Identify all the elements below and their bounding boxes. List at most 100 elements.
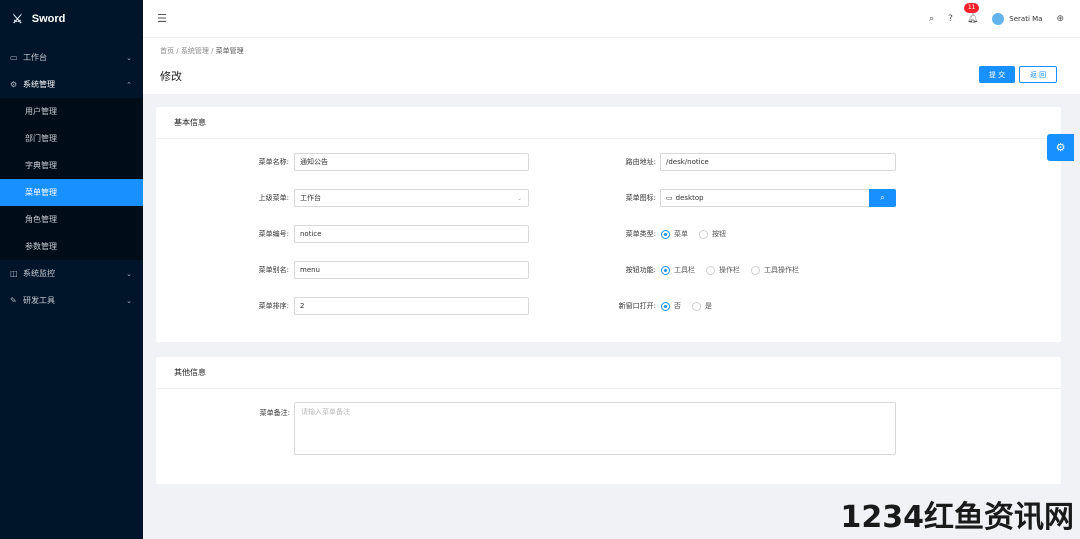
menu-fold-icon[interactable]: ☰ <box>157 12 167 25</box>
route-row: 路由地址: /desk/notice <box>556 153 896 171</box>
radio-label: 否 <box>674 302 681 310</box>
sidebar-item-departments[interactable]: 部门管理 <box>0 125 143 152</box>
select-value: 工作台 <box>300 194 321 202</box>
radio-label: 工具操作栏 <box>764 266 799 274</box>
back-button[interactable]: 返 回 <box>1019 66 1057 83</box>
new-window-radio-group: 否 是 <box>661 301 723 311</box>
watermark: 1234红鱼资讯网 <box>840 500 1075 535</box>
bell-icon[interactable]: 🔔︎ 11 <box>963 2 980 24</box>
field-label: 菜单排序: <box>258 302 289 310</box>
sidebar-item-label: 用户管理 <box>25 107 57 116</box>
notification-badge: 11 <box>963 2 980 13</box>
menu-alias-input[interactable]: menu <box>294 261 529 279</box>
monitor-icon: ▭ <box>10 53 18 62</box>
app-logo[interactable]: ⚔ Sword <box>0 0 143 37</box>
sidebar-item-label: 系统管理 <box>23 80 55 89</box>
menu-order-input[interactable]: 2 <box>294 297 529 315</box>
parent-menu-row: 上级菜单: 工作台 ⌄ <box>156 189 529 207</box>
route-input[interactable]: /desk/notice <box>660 153 896 171</box>
radio-dot <box>661 229 670 239</box>
radio-menu[interactable]: 菜单 <box>661 229 688 239</box>
monitor-icon: ▭ <box>666 194 673 202</box>
radio-no[interactable]: 否 <box>661 301 681 311</box>
new-window-row: 新窗口打开: 否 是 <box>556 297 723 315</box>
radio-dot <box>692 301 701 311</box>
radio-label: 按钮 <box>712 230 726 238</box>
radio-label: 是 <box>705 302 712 310</box>
icon-value: desktop <box>675 194 704 202</box>
radio-dot <box>751 265 760 275</box>
menu-icon-row: 菜单图标: ▭ desktop ⌕ <box>556 189 896 207</box>
button-func-row: 按钮功能: 工具栏 操作栏 工具操作栏 <box>556 261 810 279</box>
app-name: Sword <box>31 12 66 25</box>
radio-dot <box>661 301 670 311</box>
chart-icon: ◫ <box>10 269 18 278</box>
menu-code-input[interactable]: notice <box>294 225 529 243</box>
menu-name-input[interactable]: 通知公告 <box>294 153 529 171</box>
radio-toolbar[interactable]: 工具栏 <box>661 265 695 275</box>
radio-label: 菜单 <box>674 230 688 238</box>
search-icon: ⌕ <box>880 193 885 202</box>
breadcrumb: 首页 / 系统管理 / 菜单管理 <box>160 46 244 56</box>
sidebar-item-label: 字典管理 <box>25 161 57 170</box>
search-icon[interactable]: ⌕ <box>929 14 934 24</box>
breadcrumb-home[interactable]: 首页 <box>160 47 174 55</box>
parent-menu-select[interactable]: 工作台 ⌄ <box>294 189 529 207</box>
field-label: 按钮功能: <box>625 266 656 274</box>
sidebar-submenu: 用户管理 部门管理 字典管理 菜单管理 角色管理 参数管理 <box>0 98 143 260</box>
radio-button[interactable]: 按钮 <box>699 229 726 239</box>
radio-dot <box>661 265 670 275</box>
menu-remark-textarea[interactable]: 请输入菜单备注 <box>294 402 896 455</box>
page-header: 首页 / 系统管理 / 菜单管理 修改 提 交 返 回 <box>143 37 1080 94</box>
help-icon[interactable]: ? <box>948 14 953 24</box>
section-title: 其他信息 <box>156 357 1061 389</box>
top-actions: ⌕ ? 🔔︎ 11 Serati Ma ⊕ <box>929 0 1064 37</box>
field-label: 菜单图标: <box>625 194 656 202</box>
field-label: 菜单编号: <box>258 230 289 238</box>
radio-label: 工具栏 <box>674 266 695 274</box>
settings-float-button[interactable]: ⚙ <box>1047 134 1074 161</box>
gear-icon: ⚙ <box>10 80 18 89</box>
sidebar-item-label: 系统监控 <box>23 269 55 278</box>
sidebar-item-devtools[interactable]: ✎ 研发工具 ⌄ <box>0 287 143 314</box>
menu-icon-input[interactable]: ▭ desktop ⌕ <box>660 189 896 207</box>
breadcrumb-system[interactable]: 系统管理 <box>181 47 209 55</box>
chevron-down-icon: ⌄ <box>516 194 522 202</box>
radio-tool-actionbar[interactable]: 工具操作栏 <box>751 265 799 275</box>
button-func-radio-group: 工具栏 操作栏 工具操作栏 <box>661 265 810 275</box>
field-label: 菜单类型: <box>625 230 656 238</box>
radio-yes[interactable]: 是 <box>692 301 712 311</box>
menu-order-row: 菜单排序: 2 <box>156 297 529 315</box>
field-label: 路由地址: <box>625 158 656 166</box>
section-title: 基本信息 <box>156 107 1061 139</box>
top-bar: ☰ ⌕ ? 🔔︎ 11 Serati Ma ⊕ <box>143 0 1080 37</box>
field-label: 菜单别名: <box>258 266 289 274</box>
sidebar: ⚔ Sword ▭ 工作台 ⌄ ⚙ 系统管理 ⌃ 用户管理 部门管理 字典管理 … <box>0 0 143 539</box>
globe-icon[interactable]: ⊕ <box>1056 14 1064 24</box>
submit-button[interactable]: 提 交 <box>979 66 1015 83</box>
field-label: 新窗口打开: <box>618 302 656 310</box>
gear-icon: ⚙ <box>1055 141 1066 154</box>
sidebar-item-roles[interactable]: 角色管理 <box>0 206 143 233</box>
breadcrumb-separator: / <box>211 47 214 55</box>
menu-alias-row: 菜单别名: menu <box>156 261 529 279</box>
chevron-down-icon: ⌄ <box>126 296 132 305</box>
sidebar-item-dictionary[interactable]: 字典管理 <box>0 152 143 179</box>
sidebar-item-users[interactable]: 用户管理 <box>0 98 143 125</box>
other-info-card: 其他信息 菜单备注: 请输入菜单备注 <box>156 357 1061 484</box>
sidebar-item-system[interactable]: ⚙ 系统管理 ⌃ <box>0 71 143 98</box>
sidebar-item-label: 部门管理 <box>25 134 57 143</box>
icon-search-button[interactable]: ⌕ <box>869 189 896 207</box>
chevron-down-icon: ⌄ <box>126 53 132 62</box>
page-title: 修改 <box>160 70 182 83</box>
radio-actionbar[interactable]: 操作栏 <box>706 265 740 275</box>
field-label: 上级菜单: <box>258 194 289 202</box>
sidebar-item-label: 角色管理 <box>25 215 57 224</box>
sword-icon: ⚔ <box>12 11 23 26</box>
sidebar-item-params[interactable]: 参数管理 <box>0 233 143 260</box>
sidebar-item-workbench[interactable]: ▭ 工作台 ⌄ <box>0 44 143 71</box>
sidebar-item-menus[interactable]: 菜单管理 <box>0 179 143 206</box>
user-name: Serati Ma <box>1009 14 1043 23</box>
user-menu[interactable]: Serati Ma <box>992 12 1043 25</box>
sidebar-item-monitor[interactable]: ◫ 系统监控 ⌄ <box>0 260 143 287</box>
